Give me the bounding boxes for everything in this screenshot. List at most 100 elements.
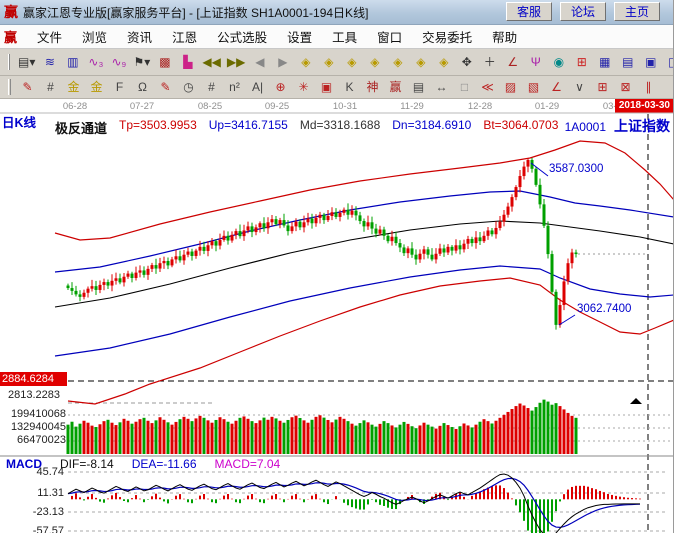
indicator-name: 极反通道	[55, 118, 107, 137]
last-bar-button[interactable]: ▶▶	[225, 52, 247, 72]
first-bar-button[interactable]: ◀◀	[200, 52, 222, 72]
major-wave-button[interactable]: ∿₉	[108, 52, 129, 72]
window-title: 赢家江恩专业版[赢家服务平台] - [上证指数 SH1A0001-194日K线]	[23, 4, 368, 21]
menu-bar: 赢 文件浏览资讯江恩公式选股设置工具窗口交易委托帮助	[0, 25, 674, 49]
toolbar-main: ▤▾≋▥∿₃∿₉⚑▾▩▙◀◀▶▶◀▶◈◈◈◈◈◈◈✥＋∠Ψ◉⊞▦▤▣◫	[0, 49, 674, 76]
width-measure-button[interactable]: ↔	[431, 77, 452, 97]
date-tick: 08-25	[190, 101, 230, 112]
draw-pencil-button[interactable]: ✎	[17, 77, 38, 97]
home-button[interactable]: 主页	[614, 2, 660, 21]
gann-square-button[interactable]: ▧	[523, 77, 544, 97]
save-button[interactable]: ▣	[640, 52, 661, 72]
crosshair-button[interactable]: ＋	[479, 52, 500, 72]
expand-h-button[interactable]: ◈	[364, 52, 385, 72]
zoom-in-button[interactable]: ◈	[318, 52, 339, 72]
expand-v-button[interactable]: ◈	[410, 52, 431, 72]
toolbar-grip[interactable]	[8, 79, 11, 95]
shen-grid-button[interactable]: 神	[362, 77, 383, 97]
menu-trade[interactable]: 交易委托	[412, 25, 482, 48]
volume-axis-label: 66470023	[6, 434, 66, 446]
target-circle-button[interactable]: ⊕	[270, 77, 291, 97]
indicator-readout: 极反通道 Tp=3503.9953 Up=3416.7155 Md=3318.1…	[55, 118, 558, 137]
calendar-button[interactable]: ⊞	[571, 52, 592, 72]
service-button[interactable]: 客服	[506, 2, 552, 21]
compress-v-button[interactable]: ◈	[387, 52, 408, 72]
date-tick: 11-29	[392, 101, 432, 112]
symbol-label: 1A0001 上证指数	[565, 116, 670, 136]
annotation-layer	[531, 163, 642, 404]
menu-settings[interactable]: 设置	[277, 25, 322, 48]
calculator-button[interactable]: ▦	[594, 52, 615, 72]
k-line-tool-button[interactable]: K	[339, 77, 360, 97]
dense-grid-button[interactable]: #	[201, 77, 222, 97]
menu-news[interactable]: 资讯	[117, 25, 162, 48]
red-pencil-button[interactable]: ✎	[155, 77, 176, 97]
kline-period-button[interactable]: ▤▾	[16, 52, 37, 72]
gann-box-button[interactable]: ▨	[500, 77, 521, 97]
price-marker-badge: 2884.6284	[0, 372, 67, 386]
menu-gann[interactable]: 江恩	[162, 25, 207, 48]
fan-lines-button[interactable]: ≪	[477, 77, 498, 97]
gold-grid-up-button[interactable]: 金	[63, 77, 84, 97]
gann-shape-button[interactable]: Ψ	[525, 52, 546, 72]
f-grid-button[interactable]: F	[109, 77, 130, 97]
stock-picker-button[interactable]: ▩	[154, 52, 175, 72]
period-label: 日K线	[2, 112, 36, 131]
multi-screen-button[interactable]: ◫	[663, 52, 674, 72]
report-button[interactable]: ▤	[617, 52, 638, 72]
star-target-button[interactable]: ✳	[293, 77, 314, 97]
indicator-md: Md=3318.1688	[300, 118, 380, 137]
flag-marker-button[interactable]: ⚑▾	[131, 52, 152, 72]
indicator-tp: Tp=3503.9953	[119, 118, 197, 137]
square-target-button[interactable]: ▣	[316, 77, 337, 97]
volume-layer	[67, 400, 578, 454]
parallel-lines-button[interactable]: ∥	[638, 77, 659, 97]
symbol-name: 上证指数	[614, 116, 670, 136]
macd-axis-label: 11.31	[6, 487, 64, 499]
time-cycle-button[interactable]: ◷	[178, 77, 199, 97]
color-kline-button[interactable]: ▙	[177, 52, 198, 72]
app-window: 赢 赢家江恩专业版[赢家服务平台] - [上证指数 SH1A0001-194日K…	[0, 0, 674, 533]
compress-h-button[interactable]: ◈	[341, 52, 362, 72]
macd-axis-label: 45.74	[6, 466, 64, 478]
trend-curves-button[interactable]: ≋	[39, 52, 60, 72]
forum-button[interactable]: 论坛	[560, 2, 606, 21]
ying-grid-button[interactable]: 赢	[385, 77, 406, 97]
n-square-button[interactable]: n²	[224, 77, 245, 97]
menu-browse[interactable]: 浏览	[72, 25, 117, 48]
low-annotation: 3062.7400	[577, 303, 631, 315]
angle-measure-button[interactable]: ∠	[502, 52, 523, 72]
reset-zoom-button[interactable]: ◈	[433, 52, 454, 72]
menu-tools[interactable]: 工具	[322, 25, 367, 48]
next-bar-button[interactable]: ▶	[272, 52, 293, 72]
minor-wave-button[interactable]: ∿₃	[85, 52, 106, 72]
macd-axis-label: -23.13	[6, 506, 64, 518]
pan-hand-button[interactable]: ✥	[456, 52, 477, 72]
menu-help[interactable]: 帮助	[482, 25, 527, 48]
boxed-grid-button[interactable]: ⊠	[615, 77, 636, 97]
menu-formula-picker[interactable]: 公式选股	[207, 25, 277, 48]
macd-macd-label: MACD=7.04	[215, 457, 281, 471]
price-secondary-label: 2813.2283	[8, 389, 60, 401]
v-lines-button[interactable]: ∨	[569, 77, 590, 97]
zoom-out-button[interactable]: ◈	[295, 52, 316, 72]
rect-tool-button[interactable]: □	[454, 77, 475, 97]
price-time-grid-button[interactable]: ⊞	[592, 77, 613, 97]
quote-board-button[interactable]: ▥	[62, 52, 83, 72]
ruler-123-button[interactable]: ▤	[408, 77, 429, 97]
toolbar-grip[interactable]	[8, 54, 10, 70]
date-tick: 12-28	[460, 101, 500, 112]
gold-grid-down-button[interactable]: 金	[86, 77, 107, 97]
mirror-button[interactable]: A|	[247, 77, 268, 97]
strategy-button[interactable]: ◉	[548, 52, 569, 72]
time-grid-button[interactable]: #	[40, 77, 61, 97]
menu-file[interactable]: 文件	[27, 25, 72, 48]
chart-panel: 06-2807-2708-2509-2510-3111-2912-2801-29…	[0, 99, 674, 533]
spiral-grid-button[interactable]: Ω	[132, 77, 153, 97]
angle-lines-button[interactable]: ∠	[546, 77, 567, 97]
date-tick: 10-31	[325, 101, 365, 112]
prev-bar-button[interactable]: ◀	[249, 52, 270, 72]
date-axis: 06-2807-2708-2509-2510-3111-2912-2801-29…	[0, 101, 674, 112]
menu-window[interactable]: 窗口	[367, 25, 412, 48]
macd-dif-label: DIF=-8.14	[60, 457, 114, 471]
